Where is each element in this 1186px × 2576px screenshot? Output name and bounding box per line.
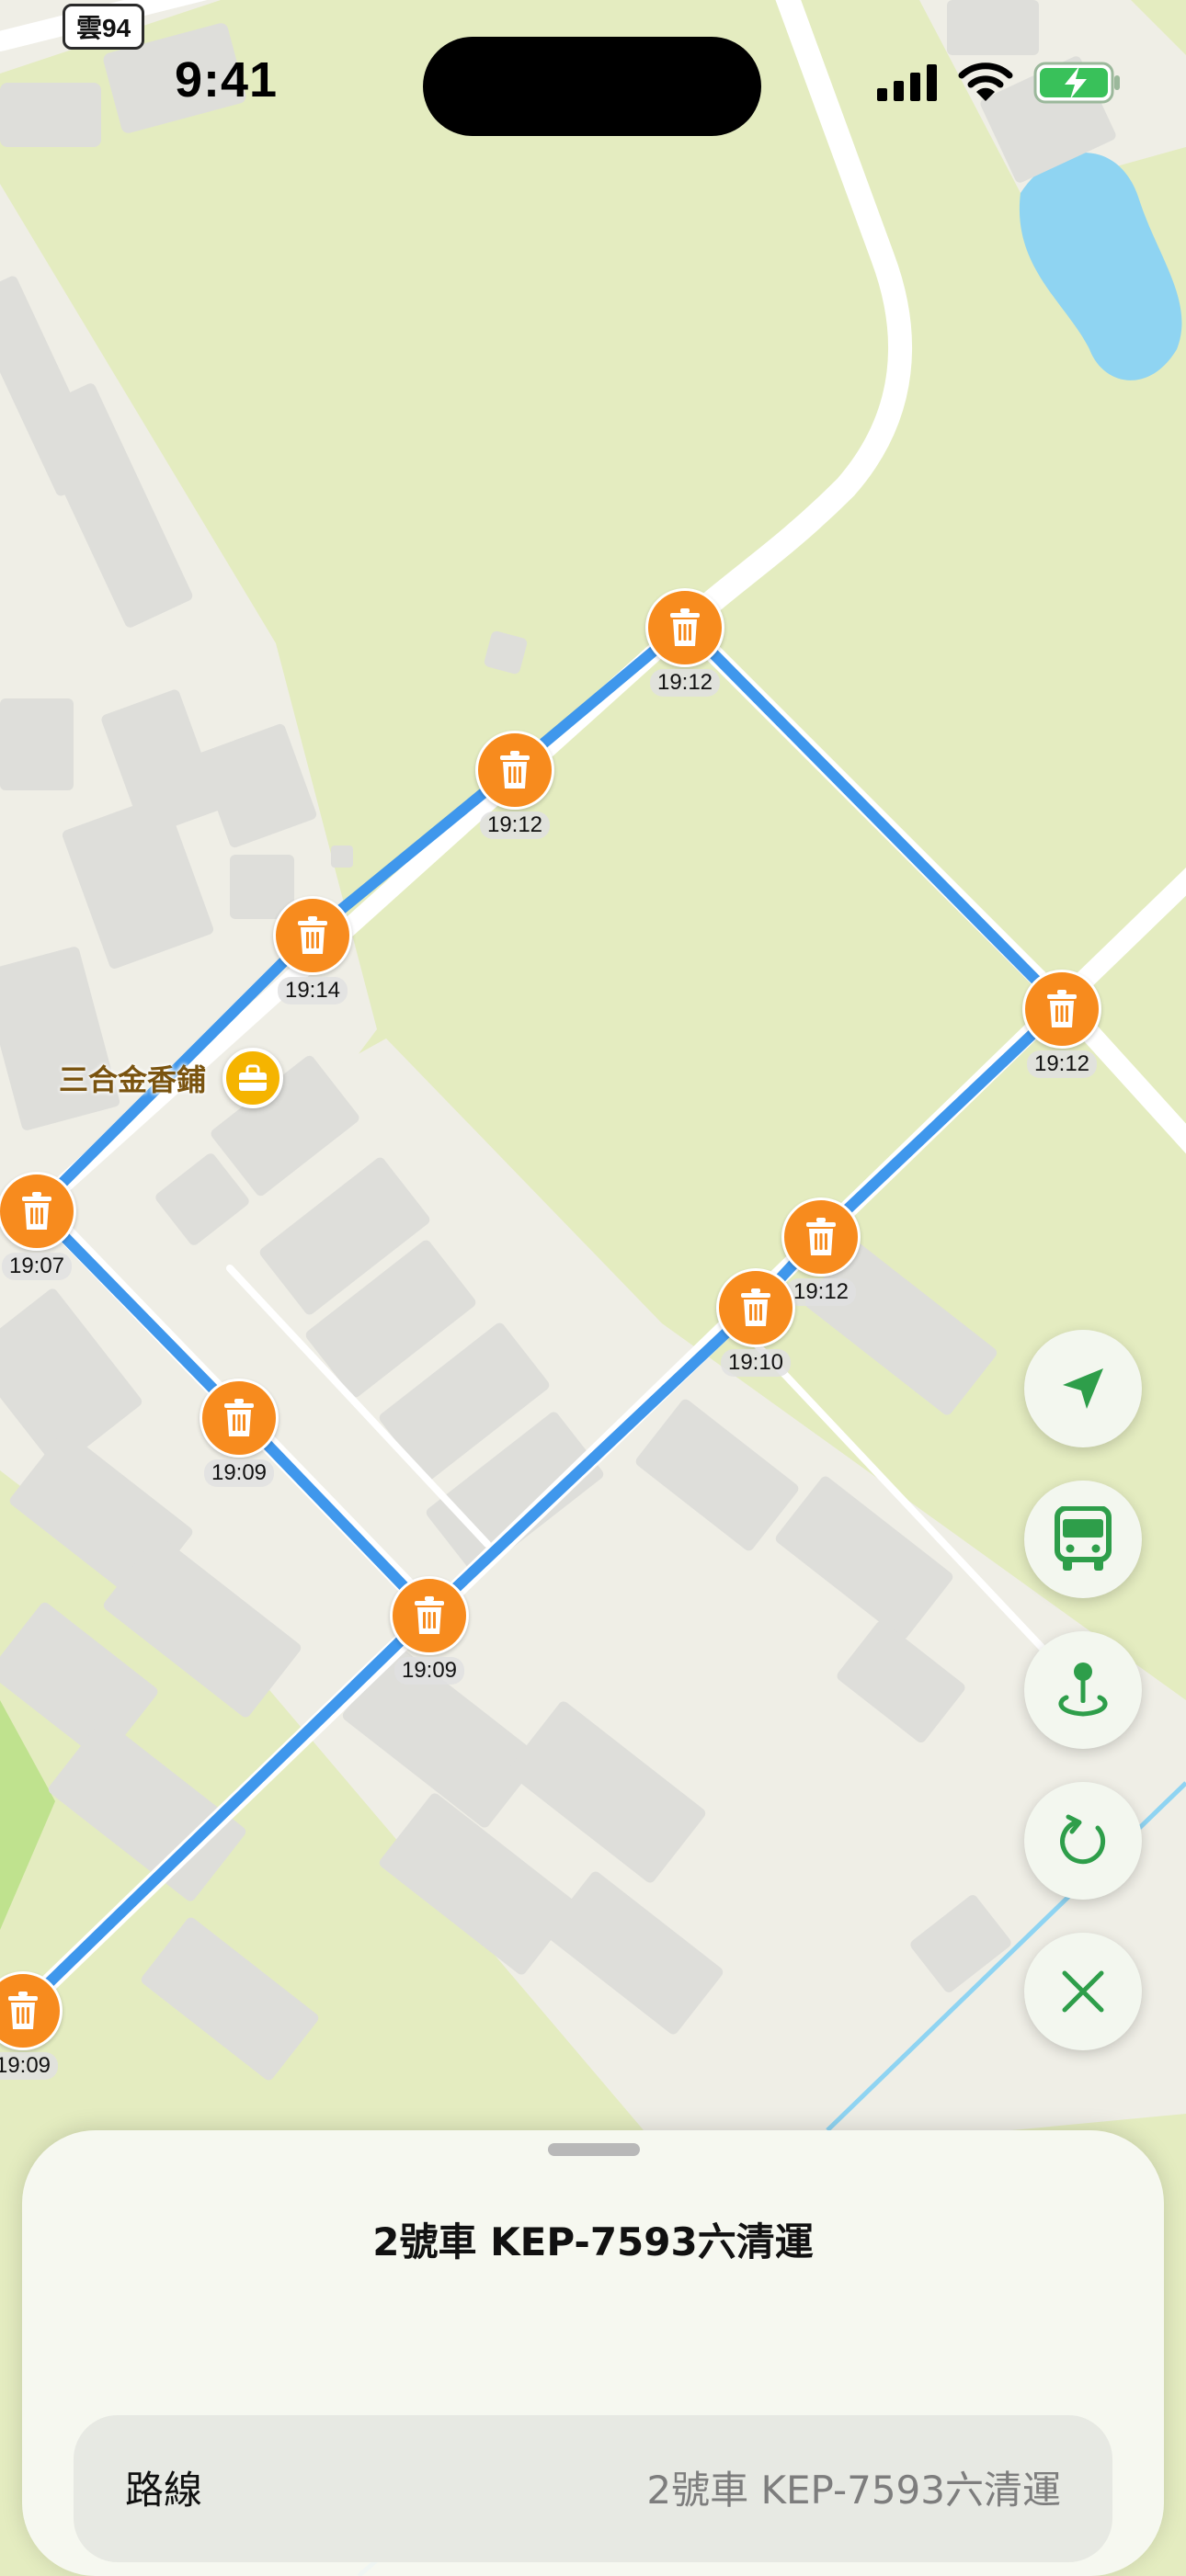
stop-time: 19:09: [0, 2052, 59, 2080]
trash-icon: [273, 896, 352, 975]
locate-me-button[interactable]: [1024, 1330, 1142, 1447]
collection-stop[interactable]: 19:12: [611, 588, 758, 697]
trash-icon: [0, 1971, 63, 2050]
collection-stop[interactable]: 19:12: [988, 970, 1135, 1078]
sheet-title: 2號車 KEP-7593六清運: [372, 2219, 814, 2264]
collection-stop[interactable]: 19:09: [356, 1576, 503, 1685]
collection-stop[interactable]: 19:09: [0, 1971, 97, 2080]
stop-time: 19:09: [203, 1459, 275, 1487]
road-number-badge: 雲94: [63, 4, 145, 50]
trash-icon: [200, 1379, 279, 1458]
refresh-icon: [1060, 1814, 1106, 1865]
status-indicators: [877, 55, 1122, 110]
close-map-button[interactable]: [1024, 1933, 1142, 2050]
location-arrow-icon: [1063, 1368, 1103, 1409]
trash-icon: [0, 1172, 76, 1251]
close-icon: [1062, 1970, 1104, 2013]
route-bottom-sheet[interactable]: 2號車 KEP-7593六清運 路線 2號車 KEP-7593六清運: [22, 2130, 1164, 2576]
trash-icon: [1022, 970, 1101, 1049]
stop-time: 19:14: [277, 977, 348, 1004]
status-time: 9:41: [175, 52, 279, 108]
map-pin-icon: [1058, 1662, 1108, 1717]
poi-marker[interactable]: 三合金香鋪: [59, 1048, 284, 1108]
pin-button[interactable]: [1024, 1631, 1142, 1749]
bus-icon: [1055, 1506, 1112, 1571]
cellular-signal-icon: [877, 64, 937, 101]
route-value: 2號車 KEP-7593六清運: [646, 2468, 1061, 2513]
trash-icon: [716, 1268, 795, 1347]
trash-icon: [645, 588, 724, 667]
stop-time: 19:07: [1, 1253, 73, 1280]
refresh-button[interactable]: [1024, 1782, 1142, 1900]
collection-stop[interactable]: 19:10: [682, 1268, 829, 1377]
bus-button[interactable]: [1024, 1481, 1142, 1598]
route-label: 路線: [125, 2468, 203, 2513]
route-row[interactable]: 路線 2號車 KEP-7593六清運: [74, 2415, 1112, 2562]
sheet-grabber[interactable]: [548, 2143, 640, 2156]
trash-icon: [390, 1576, 469, 1655]
wifi-icon: [958, 62, 1013, 101]
stop-time: 19:12: [649, 669, 721, 697]
stop-time: 19:10: [720, 1349, 792, 1377]
stop-time: 19:12: [1026, 1050, 1098, 1078]
collection-stop[interactable]: 19:12: [441, 731, 588, 839]
collection-stop[interactable]: 19:14: [239, 896, 386, 1004]
trash-icon: [781, 1197, 861, 1277]
stop-time: 19:12: [479, 811, 551, 839]
collection-stop[interactable]: 19:07: [0, 1172, 110, 1280]
poi-label: 三合金香鋪: [59, 1062, 207, 1097]
dynamic-island: [423, 37, 761, 136]
collection-stop[interactable]: 19:09: [165, 1379, 313, 1487]
battery-charging-icon: [1033, 62, 1120, 104]
shop-bag-icon: [222, 1048, 284, 1108]
trash-icon: [475, 731, 554, 810]
stop-time: 19:09: [393, 1657, 465, 1685]
